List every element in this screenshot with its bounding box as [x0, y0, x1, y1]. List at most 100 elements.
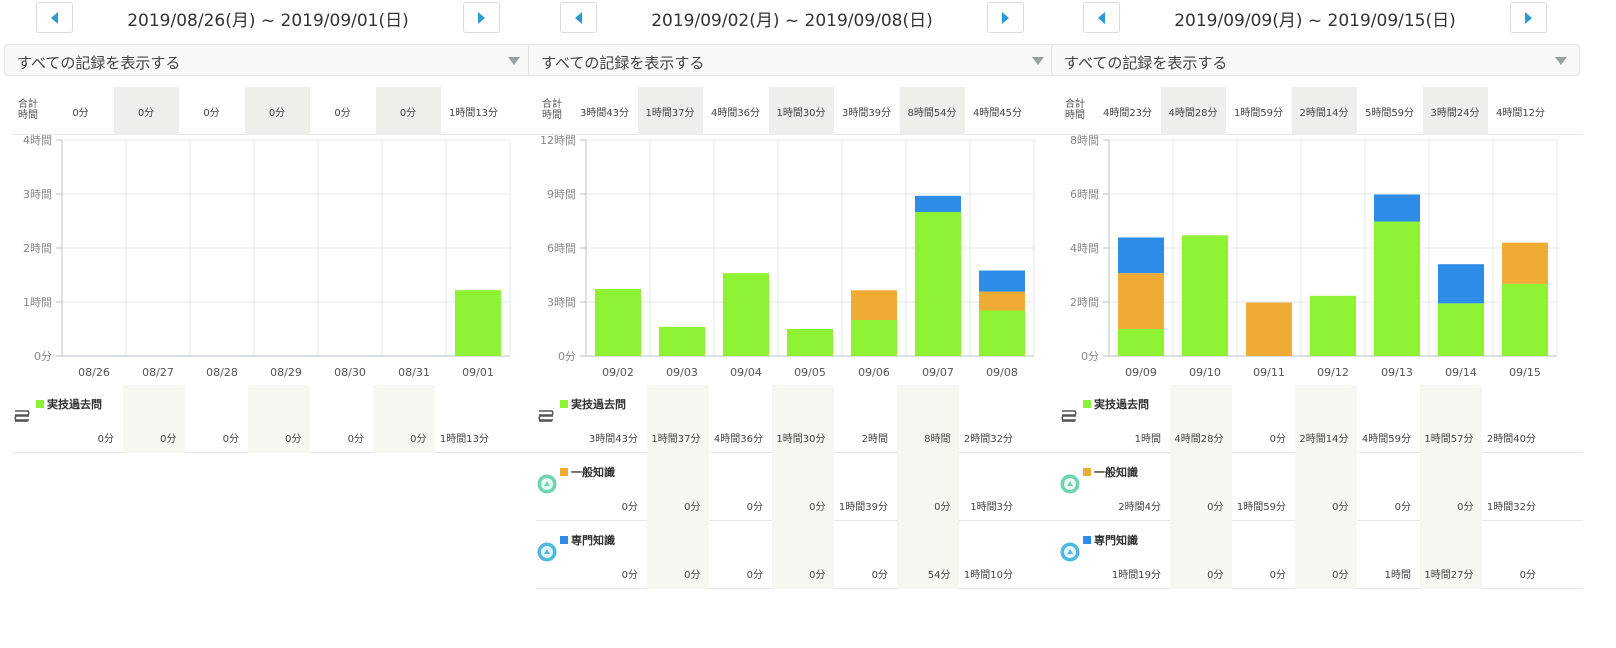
category-day-cell: 1時間13分: [435, 385, 497, 453]
date-range-title: 2019/09/09(月) ~ 2019/09/15(日): [1174, 11, 1456, 31]
legend-swatch: [1083, 536, 1091, 544]
category-day-cell: 8時間: [896, 385, 959, 453]
bar-segment: [1438, 264, 1484, 304]
category-day-value: 0分: [684, 502, 701, 513]
y-tick-label: 4時間: [1070, 242, 1099, 255]
daily-total-cell: 1時間13分: [448, 107, 499, 119]
category-day-value: 0分: [621, 570, 638, 581]
category-day-cell: 4時間59分: [1357, 385, 1419, 453]
daily-total-cell: 1時間30分: [768, 87, 834, 135]
totals-label: 合計 時間: [1065, 99, 1085, 121]
daily-total-cell: 3時間24分: [1422, 87, 1488, 135]
record-filter-value: すべての記録を表示する: [541, 54, 705, 72]
x-tick-label: 08/29: [270, 366, 302, 379]
category-day-cell: 0分: [1294, 453, 1357, 521]
bar-segment: [1246, 302, 1292, 356]
previous-week-button[interactable]: [36, 2, 73, 33]
globe-badge-icon: [536, 473, 558, 495]
category-label: 専門知識: [1094, 534, 1138, 547]
category-day-cell: 0分: [122, 385, 185, 453]
bar-segment: [1118, 273, 1164, 329]
category-day-cell: 2時間40分: [1482, 385, 1544, 453]
legend-swatch: [1083, 400, 1091, 408]
category-day-cell: 0分: [771, 521, 834, 589]
category-day-cell: 1時間27分: [1419, 521, 1482, 589]
record-filter-value: すべての記録を表示する: [1064, 54, 1228, 72]
daily-total-cell: 2時間14分: [1291, 87, 1357, 135]
next-week-button[interactable]: [463, 2, 500, 33]
caret-right-icon: [478, 11, 485, 24]
daily-total-cell: 0分: [113, 87, 179, 135]
caret-left-icon: [575, 11, 582, 24]
y-tick-label: 3時間: [23, 188, 52, 201]
category-day-cell: 0分: [646, 453, 709, 521]
category-day-cell: 0分: [372, 385, 435, 453]
category-day-cell: 0分: [834, 521, 896, 589]
y-tick-label: 2時間: [23, 242, 52, 255]
category-name: 専門知識: [1083, 532, 1138, 548]
daily-total-cell: 4時間36分: [710, 107, 761, 119]
previous-week-button[interactable]: [1083, 2, 1120, 33]
category-row: 2時間4分 0分 1時間59分 0分 0分 0分 1時間32分 一般知識: [1059, 453, 1583, 521]
category-day-cell: 0分: [1169, 453, 1232, 521]
bar-segment: [455, 290, 501, 356]
category-label: 一般知識: [571, 466, 615, 479]
x-tick-label: 09/08: [986, 366, 1018, 379]
category-row: 0分 0分 0分 0分 1時間39分 0分 1時間3分 一般知識: [536, 453, 1060, 521]
category-day-value: 1時間30分: [776, 434, 826, 445]
record-filter-select[interactable]: すべての記録を表示する: [4, 44, 533, 76]
category-day-value: 0分: [285, 434, 302, 445]
chevron-down-icon: [1032, 57, 1044, 65]
category-day-value: 0分: [1457, 502, 1474, 513]
category-row: 3時間43分 1時間37分 4時間36分 1時間30分 2時間 8時間 2時間32分 実技過去…: [536, 385, 1060, 453]
totals-label: 合計 時間: [542, 99, 562, 121]
category-day-cell: 1時間57分: [1419, 385, 1482, 453]
next-week-button[interactable]: [1510, 2, 1547, 33]
y-tick-label: 0分: [558, 350, 576, 363]
book-stack-icon: [1059, 405, 1081, 427]
stacked-bar-chart: 0分 3時間 6時間 9時間 12時間 09/02 09/03 09/04 09/05 09/06…: [540, 134, 1035, 379]
category-name: 実技過去問: [1083, 396, 1149, 412]
tech-badge-icon: [1059, 541, 1081, 563]
daily-totals-row: 合計 時間 0分 0分 0分 0分 0分 0分 1時間13分: [12, 87, 536, 135]
category-day-cell: 0分: [247, 385, 310, 453]
bar-segment: [595, 289, 641, 356]
x-tick-label: 09/05: [794, 366, 826, 379]
category-name: 専門知識: [560, 532, 615, 548]
x-tick-label: 09/15: [1509, 366, 1541, 379]
week-panel: 2019/08/26(月) ~ 2019/09/01(日) すべての記録を表示する…: [0, 0, 536, 648]
bar-segment: [851, 320, 897, 356]
x-tick-label: 09/14: [1445, 366, 1477, 379]
daily-total-cell: 1時間59分: [1233, 107, 1284, 119]
legend-swatch: [36, 400, 44, 408]
caret-left-icon: [51, 11, 58, 24]
category-day-value: 1時間10分: [963, 570, 1013, 581]
category-label: 実技過去問: [47, 398, 102, 411]
next-week-button[interactable]: [987, 2, 1024, 33]
category-day-value: 0分: [809, 570, 826, 581]
category-day-value: 1時間37分: [651, 434, 701, 445]
category-day-value: 0分: [347, 434, 364, 445]
x-tick-label: 09/11: [1253, 366, 1285, 379]
record-filter-select[interactable]: すべての記録を表示する: [528, 44, 1057, 76]
x-tick-label: 09/13: [1381, 366, 1413, 379]
bar-segment: [915, 212, 961, 356]
category-row: 1時間 4時間28分 0分 2時間14分 4時間59分 1時間57分 2時間40分 実技過去問: [1059, 385, 1583, 453]
category-day-cell: 1時間37分: [646, 385, 709, 453]
category-day-value: 1時間59分: [1236, 502, 1286, 513]
category-day-value: 0分: [410, 434, 427, 445]
category-row: 0分 0分 0分 0分 0分 0分 1時間13分 実技過去問: [12, 385, 536, 453]
week-panel: 2019/09/02(月) ~ 2019/09/08(日) すべての記録を表示する…: [524, 0, 1060, 648]
category-day-cell: 1時間39分: [834, 453, 896, 521]
y-tick-label: 12時間: [540, 134, 576, 147]
category-day-value: 2時間40分: [1486, 434, 1536, 445]
record-filter-select[interactable]: すべての記録を表示する: [1051, 44, 1580, 76]
book-stack-icon: [12, 405, 34, 427]
x-tick-label: 08/28: [206, 366, 238, 379]
daily-totals-row: 合計 時間 3時間43分 1時間37分 4時間36分 1時間30分 3時間39分 8時間54分…: [536, 87, 1060, 135]
y-tick-label: 3時間: [547, 296, 576, 309]
category-day-value: 1時間27分: [1424, 570, 1474, 581]
category-day-cell: 0分: [709, 453, 771, 521]
category-day-cell: 0分: [1357, 453, 1419, 521]
previous-week-button[interactable]: [560, 2, 597, 33]
